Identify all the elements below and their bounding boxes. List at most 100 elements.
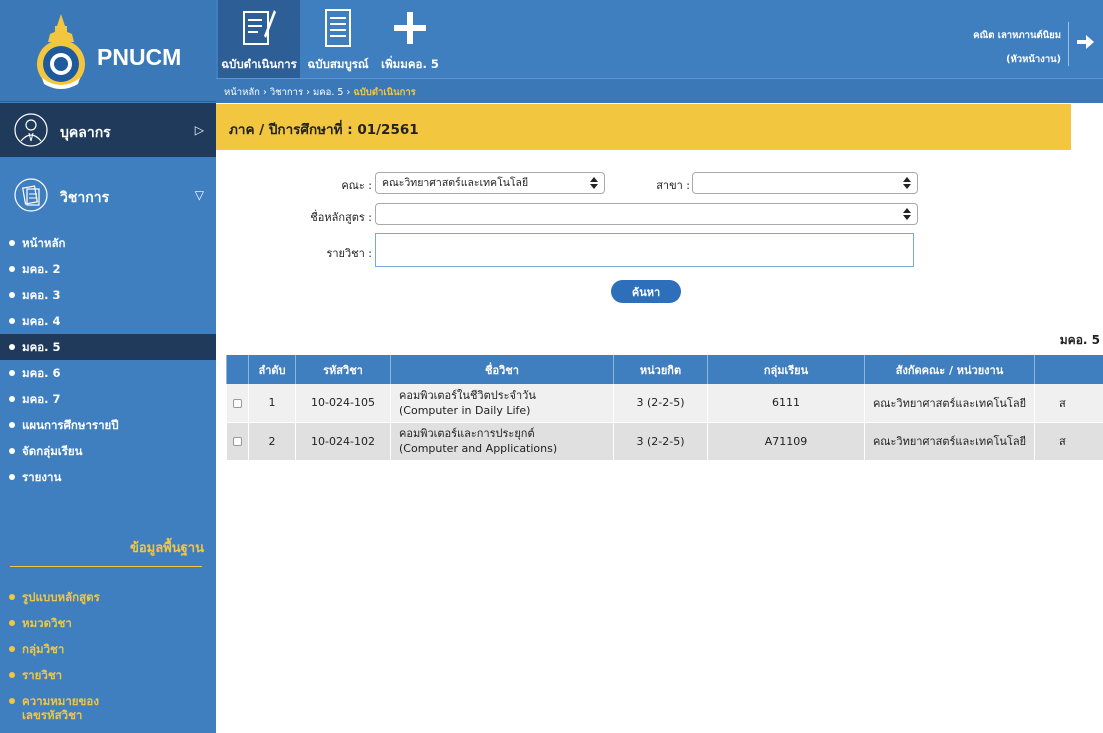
bullet-icon: [9, 447, 15, 454]
documents-icon: [14, 178, 48, 212]
course-name-en: (Computer and Applications): [399, 442, 558, 455]
bullet-icon: [9, 671, 15, 678]
menu-item-mko6[interactable]: มคอ. 6: [0, 360, 216, 386]
bullet-icon: [9, 291, 15, 298]
bullet-icon: [9, 697, 15, 704]
table-row[interactable]: 2 10-024-102 คอมพิวเตอร์และการประยุกต์ (…: [226, 422, 1103, 461]
basic-item-label: ความหมายของ เลขรหัสวิชา: [22, 694, 99, 722]
basic-item-label: รายวิชา: [22, 668, 63, 682]
course-name-th: คอมพิวเตอร์ในชีวิตประจำวัน: [399, 388, 536, 402]
course-name-th: คอมพิวเตอร์และการประยุกต์: [399, 427, 535, 440]
curriculum-label: ชื่อหลักสูตร :: [310, 211, 372, 224]
breadcrumb-separator: ›: [306, 87, 310, 98]
menu-item-label: มคอ. 7: [22, 392, 61, 406]
logo-area[interactable]: PNUCM: [0, 0, 216, 102]
chevron-right-icon: ▷: [194, 123, 204, 137]
cell-group: A71109: [707, 422, 865, 461]
menu-item-label: มคอ. 5: [22, 340, 61, 354]
breadcrumb-academic[interactable]: วิชาการ: [270, 87, 303, 98]
cell-faculty: คณะวิทยาศาสตร์และเทคโนโลยี: [864, 422, 1035, 461]
header-extra: [1034, 355, 1103, 384]
row-checkbox[interactable]: [233, 398, 242, 408]
curriculum-select[interactable]: [375, 203, 918, 225]
branch-select[interactable]: [692, 172, 918, 194]
menu-item-mko3[interactable]: มคอ. 3: [0, 282, 216, 308]
bullet-icon: [9, 239, 15, 246]
menu-item-yearly-plan[interactable]: แผนการศึกษารายปี: [0, 412, 216, 438]
header-faculty: สังกัดคณะ / หน่วยงาน: [864, 355, 1035, 384]
section-academic[interactable]: วิชาการ ▽: [0, 158, 216, 224]
row-select-cell: [226, 422, 249, 461]
cell-extra: ส: [1034, 422, 1103, 461]
menu-item-group-study[interactable]: จัดกลุ่มเรียน: [0, 438, 216, 464]
menu-item-label: รายงาน: [22, 470, 62, 484]
cell-no: 1: [248, 384, 296, 423]
row-checkbox[interactable]: [233, 437, 242, 446]
menu-item-label: จัดกลุ่มเรียน: [22, 444, 83, 458]
sidebar: PNUCM บุคลากร ▷ วิชาการ ▽ หน้าหลัก มคอ. …: [0, 0, 216, 733]
basic-item-label: กลุ่มวิชา: [22, 642, 65, 656]
add-mko5-button[interactable]: เพิ่มมคอ. 5: [374, 0, 446, 78]
bullet-icon: [9, 593, 15, 600]
row-select-cell: [226, 384, 249, 423]
menu-item-mko4[interactable]: มคอ. 4: [0, 308, 216, 334]
faculty-label: คณะ :: [341, 179, 372, 192]
cell-no: 2: [248, 422, 296, 461]
academic-menu: หน้าหลัก มคอ. 2 มคอ. 3 มคอ. 4 มคอ. 5 มคอ…: [0, 230, 216, 490]
course-table: ลำดับ รหัสวิชา ชื่อวิชา หน่วยกิต กลุ่มเร…: [226, 355, 1103, 461]
breadcrumb-home[interactable]: หน้าหลัก: [224, 87, 260, 98]
header-group: กลุ่มเรียน: [707, 355, 865, 384]
basic-item-subject-group[interactable]: กลุ่มวิชา: [0, 636, 216, 662]
header-credits: หน่วยกิต: [613, 355, 708, 384]
menu-item-label: มคอ. 4: [22, 314, 61, 328]
menu-item-mko7[interactable]: มคอ. 7: [0, 386, 216, 412]
breadcrumb: หน้าหลัก › วิชาการ › มคอ. 5 › ฉบับดำเนิน…: [224, 85, 416, 100]
basic-item-course[interactable]: รายวิชา: [0, 662, 216, 688]
basic-item-subject-category[interactable]: หมวดวิชา: [0, 610, 216, 636]
bullet-icon: [9, 395, 15, 402]
header-select: [226, 355, 249, 384]
person-icon: [14, 113, 48, 147]
cell-group: 6111: [707, 384, 865, 423]
menu-item-mko5[interactable]: มคอ. 5: [0, 334, 216, 360]
search-button[interactable]: ค้นหา: [611, 280, 681, 303]
cell-extra: ส: [1034, 384, 1103, 423]
divider: [1068, 22, 1069, 66]
select-arrows-icon: [590, 177, 598, 189]
menu-item-mko2[interactable]: มคอ. 2: [0, 256, 216, 282]
basic-item-label: รูปแบบหลักสูตร: [22, 590, 100, 604]
header-name: ชื่อวิชา: [390, 355, 614, 384]
add-mko5-label: เพิ่มมคอ. 5: [381, 57, 439, 71]
university-emblem-icon: [37, 14, 85, 89]
course-label: รายวิชา :: [326, 247, 372, 260]
section-personnel[interactable]: บุคลากร ▷: [0, 103, 216, 157]
basic-data-title: ข้อมูลพื้นฐาน: [129, 541, 204, 556]
cell-credits: 3 (2-2-5): [613, 422, 708, 461]
app-title: PNUCM: [97, 44, 182, 70]
bullet-icon: [9, 343, 15, 350]
in-progress-button[interactable]: ฉบับดำเนินการ: [218, 0, 300, 78]
basic-item-code-meaning[interactable]: ความหมายของ เลขรหัสวิชา: [0, 688, 216, 728]
branch-label: สาขา :: [656, 179, 690, 192]
menu-item-report[interactable]: รายงาน: [0, 464, 216, 490]
select-arrows-icon: [903, 208, 911, 220]
plus-icon: [394, 12, 426, 44]
edit-document-icon: [243, 10, 276, 45]
course-input[interactable]: [375, 233, 914, 267]
in-progress-label: ฉบับดำเนินการ: [221, 57, 297, 71]
logout-arrow-icon[interactable]: [1075, 32, 1095, 52]
bullet-icon: [9, 473, 15, 480]
complete-button[interactable]: ฉบับสมบูรณ์: [302, 0, 374, 78]
header-code: รหัสวิชา: [295, 355, 391, 384]
faculty-select[interactable]: คณะวิทยาศาสตร์และเทคโนโลยี: [375, 172, 605, 194]
section-personnel-label: บุคลากร: [60, 125, 111, 141]
table-row[interactable]: 1 10-024-105 คอมพิวเตอร์ในชีวิตประจำวัน …: [226, 384, 1103, 423]
user-name: คณิต เลาหภานต์นิยม: [973, 30, 1061, 41]
menu-item-home[interactable]: หน้าหลัก: [0, 230, 216, 256]
select-arrows-icon: [903, 177, 911, 189]
breadcrumb-mko5[interactable]: มคอ. 5: [313, 87, 343, 98]
chevron-down-icon: ▽: [194, 188, 204, 202]
basic-item-curriculum-format[interactable]: รูปแบบหลักสูตร: [0, 584, 216, 610]
cell-name: คอมพิวเตอร์ในชีวิตประจำวัน (Computer in …: [390, 384, 614, 423]
table-header-row: ลำดับ รหัสวิชา ชื่อวิชา หน่วยกิต กลุ่มเร…: [226, 355, 1103, 384]
